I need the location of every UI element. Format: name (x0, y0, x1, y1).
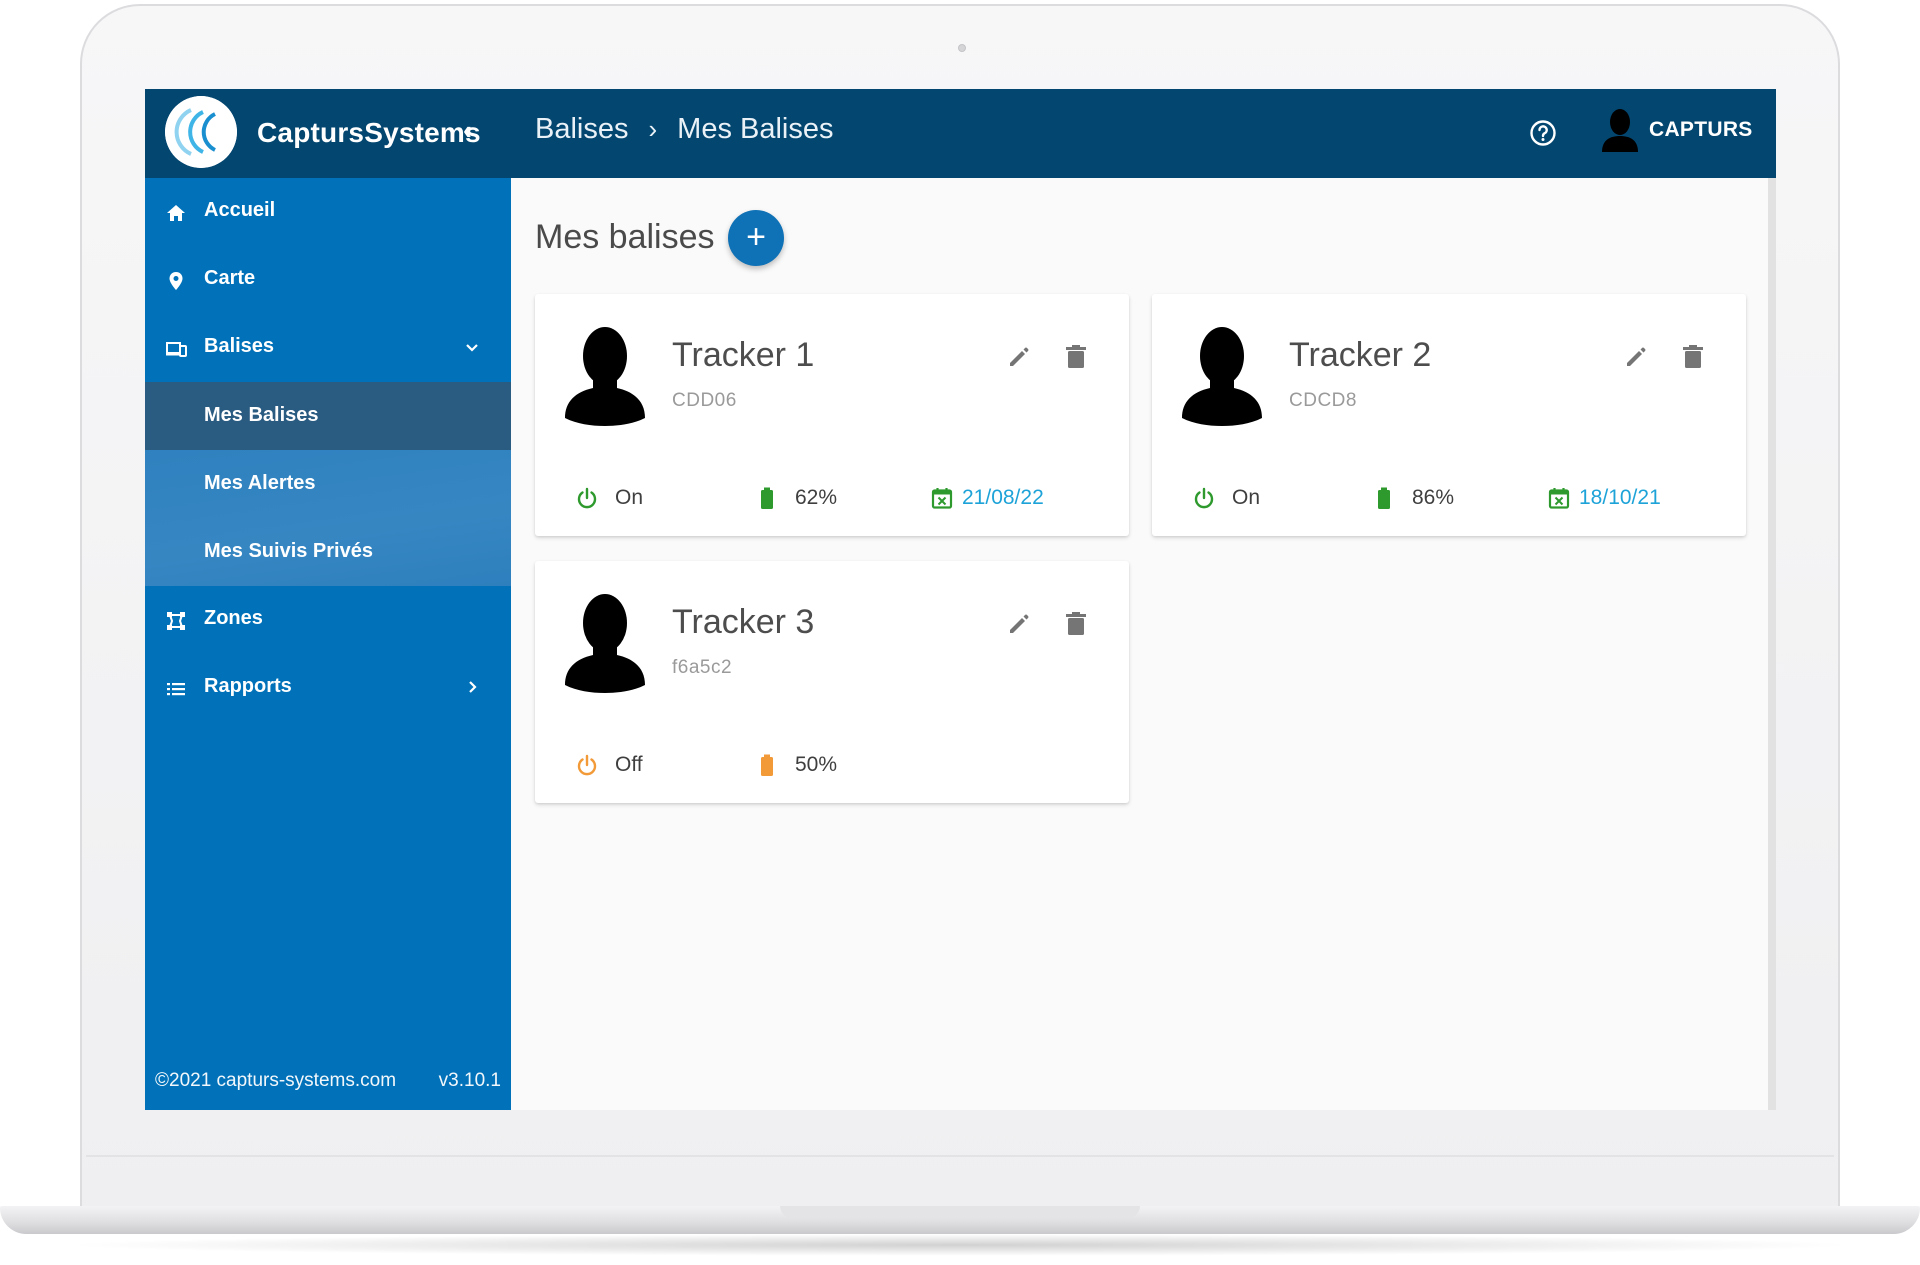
battery-icon (1378, 487, 1390, 509)
sidebar-item-balises[interactable]: Balises (145, 314, 511, 382)
sidebar-item-zones[interactable]: Zones (145, 586, 511, 654)
sidebar-item-mes-suivis-prives[interactable]: Mes Suivis Privés (145, 518, 511, 586)
delete-icon[interactable] (1065, 611, 1087, 637)
map-pin-icon (169, 272, 183, 290)
power-status: On (1192, 486, 1260, 510)
user-menu[interactable]: CAPTURS (1600, 108, 1753, 152)
camera-dot (958, 44, 966, 52)
tracker-code: f6a5c2 (672, 657, 733, 678)
battery-status: 86% (1372, 486, 1454, 510)
breadcrumb: Balises › Mes Balises (535, 113, 834, 146)
battery-icon (761, 487, 773, 509)
power-icon (577, 487, 597, 509)
help-icon[interactable] (1529, 119, 1557, 147)
add-tracker-button[interactable]: + (728, 210, 784, 266)
brand-name: CaptursSystems (257, 117, 481, 148)
chevron-down-icon (466, 344, 478, 352)
tracker-code: CDD06 (672, 390, 737, 411)
app-header: CaptursSystems ‹ Balises › Mes Balises C… (145, 89, 1776, 178)
tracker-card-1[interactable]: Tracker 1 CDD06 On 62% 21/08/22 (535, 294, 1129, 536)
battery-status: 62% (755, 486, 837, 510)
tracker-name: Tracker 3 (672, 603, 815, 641)
tracker-avatar-icon (565, 327, 645, 426)
tracker-avatar-icon (1182, 327, 1262, 426)
battery-level: 86% (1412, 486, 1455, 509)
power-status: Off (575, 753, 643, 777)
tracker-name: Tracker 1 (672, 336, 815, 374)
sidebar: Accueil Carte Balises Mes Balises Mes Al… (145, 178, 511, 1110)
edit-icon[interactable] (1006, 611, 1032, 637)
balises-submenu: Mes Balises Mes Alertes Mes Suivis Privé… (145, 382, 511, 586)
tracker-avatar-icon (565, 594, 645, 693)
power-label: On (1232, 486, 1261, 509)
copyright-text: ©2021 capturs-systems.com (155, 1070, 397, 1091)
collapse-sidebar-icon[interactable]: ‹ (463, 115, 472, 146)
main-content: Mes balises + Tracker 1 CDD06 On 62% 21/… (511, 178, 1776, 1110)
user-name: CAPTURS (1649, 118, 1753, 141)
edit-icon[interactable] (1623, 344, 1649, 370)
battery-level: 62% (795, 486, 838, 509)
devices-icon (166, 342, 187, 357)
breadcrumb-mes-balises: Mes Balises (677, 113, 834, 145)
power-icon (577, 754, 597, 776)
home-icon (167, 205, 185, 221)
breadcrumb-balises[interactable]: Balises (535, 113, 629, 146)
sidebar-item-accueil[interactable]: Accueil (145, 178, 511, 246)
sidebar-item-mes-balises[interactable]: Mes Balises (145, 382, 511, 450)
calendar-icon (1548, 488, 1570, 509)
date-label: 21/08/22 (962, 486, 1044, 509)
battery-level: 50% (795, 753, 838, 776)
tracker-card-2[interactable]: Tracker 2 CDCD8 On 86% 18/10/21 (1152, 294, 1746, 536)
app-screen: CaptursSystems ‹ Balises › Mes Balises C… (145, 89, 1776, 1110)
vertical-scrollbar[interactable] (1768, 178, 1776, 1110)
sidebar-footer: ©2021 capturs-systems.com v3.10.1 (155, 1070, 501, 1092)
last-seen-date: 21/08/22 (930, 486, 1044, 510)
calendar-icon (931, 488, 953, 509)
sidebar-item-label: Zones (204, 607, 263, 629)
chevron-right-icon (469, 681, 477, 693)
edit-icon[interactable] (1006, 344, 1032, 370)
laptop-shadow (60, 1234, 1860, 1256)
sidebar-item-label: Carte (204, 267, 256, 289)
power-label: Off (615, 753, 643, 776)
list-icon (167, 683, 185, 696)
version-text: v3.10.1 (438, 1070, 501, 1091)
delete-icon[interactable] (1682, 344, 1704, 370)
page-title: Mes balises (535, 218, 715, 256)
tracker-name: Tracker 2 (1289, 336, 1432, 374)
tracker-card-3[interactable]: Tracker 3 f6a5c2 Off 50% (535, 561, 1129, 803)
brand: CaptursSystems ‹ (145, 89, 511, 178)
laptop-chin (86, 1155, 1834, 1157)
sidebar-item-label: Rapports (204, 675, 292, 697)
zones-icon (167, 612, 185, 630)
power-label: On (615, 486, 644, 509)
user-avatar-icon (1602, 109, 1638, 152)
last-seen-date: 18/10/21 (1547, 486, 1661, 510)
battery-status: 50% (755, 753, 837, 777)
laptop-notch (780, 1206, 1140, 1218)
sidebar-item-mes-alertes[interactable]: Mes Alertes (145, 450, 511, 518)
sidebar-item-label: Mes Suivis Privés (204, 540, 373, 562)
sidebar-item-label: Balises (204, 335, 275, 357)
delete-icon[interactable] (1065, 344, 1087, 370)
breadcrumb-chevron-icon: › (648, 114, 658, 144)
sidebar-item-label: Mes Balises (204, 404, 319, 426)
sidebar-item-label: Mes Alertes (204, 472, 316, 494)
battery-icon (761, 754, 773, 776)
capturs-logo-icon[interactable] (165, 96, 237, 168)
sidebar-item-carte[interactable]: Carte (145, 246, 511, 314)
date-label: 18/10/21 (1579, 486, 1661, 509)
sidebar-item-label: Accueil (204, 199, 276, 221)
sidebar-item-rapports[interactable]: Rapports (145, 654, 511, 722)
power-icon (1194, 487, 1214, 509)
power-status: On (575, 486, 643, 510)
tracker-code: CDCD8 (1289, 390, 1357, 411)
